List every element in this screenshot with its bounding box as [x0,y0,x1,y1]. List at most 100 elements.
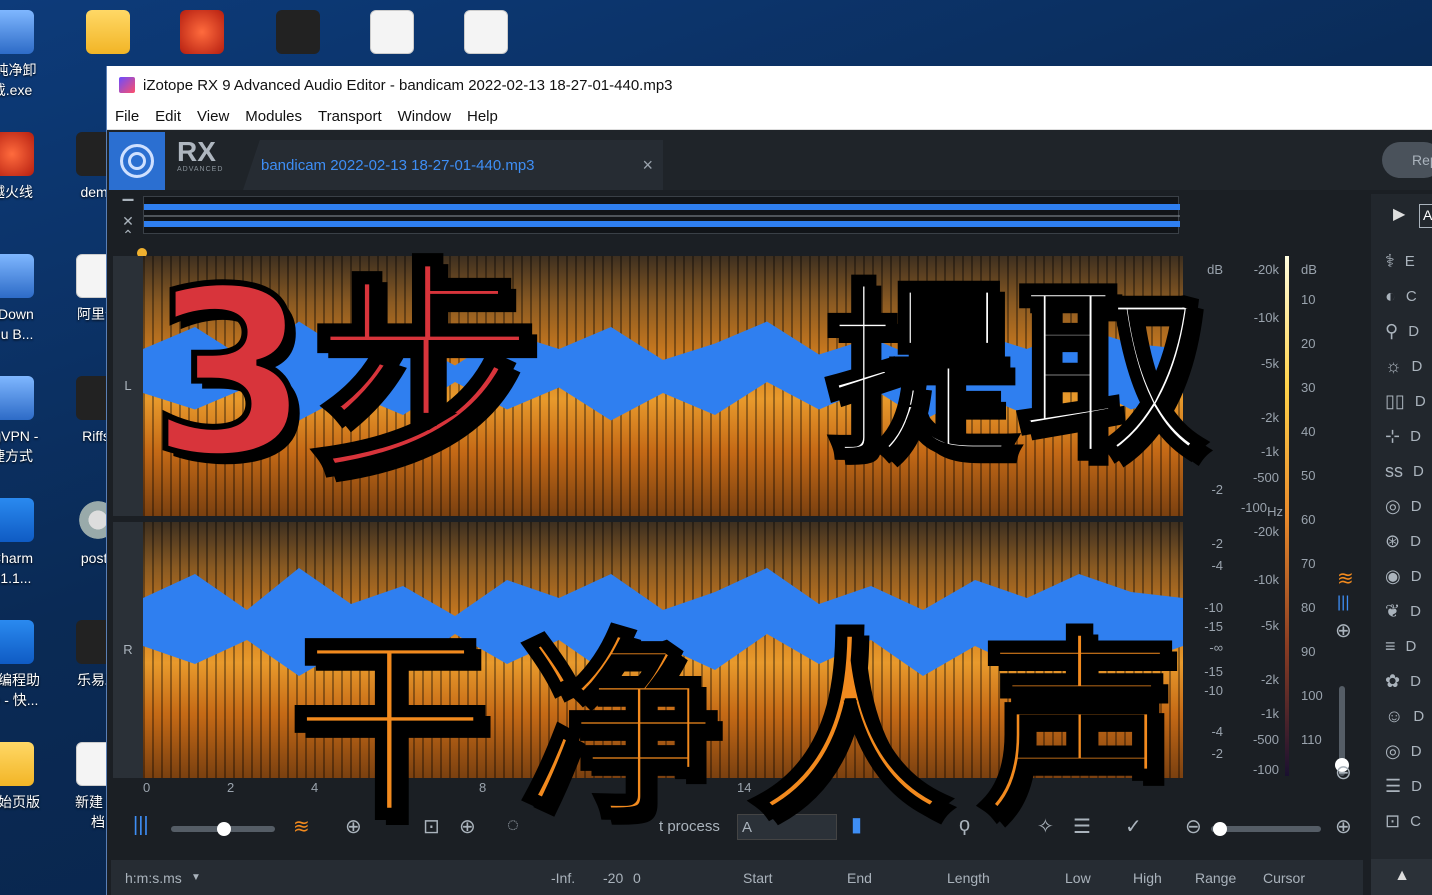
desktop-icon[interactable]: hDown Du B... [0,254,54,344]
red-icon [180,10,224,54]
exe-icon [0,254,34,298]
close-tab-icon[interactable]: × [642,155,653,176]
module-label: D [1414,392,1426,410]
dropdown-arrow-icon[interactable]: ▼ [191,872,201,883]
menu-bar: File Edit View Modules Transport Window … [107,104,1432,130]
zoom-in-horizontal-icon[interactable]: ⊕ [1335,814,1352,839]
module-item[interactable]: ◎ D [1385,736,1431,766]
overlay-title-orange: 干净人声 [287,613,1211,846]
rx-logo-icon [109,132,165,190]
desktop-icon[interactable]: Charm 21.1... [0,498,54,588]
module-item[interactable]: ≡ D [1385,631,1431,661]
module-item[interactable]: ⊛ D [1385,526,1431,556]
collapse-overview-icon[interactable]: ▔ ✕ ⌃ [119,200,137,242]
scale-tick: dB [1301,262,1317,277]
horizontal-zoom-knob[interactable] [1213,822,1227,836]
overlay-title-red: 3步 [147,241,543,508]
desktop-icon[interactable] [256,10,340,60]
module-item[interactable]: ❦ D [1385,596,1431,626]
module-label: D [1405,637,1417,655]
module-item[interactable]: ⊡ C [1385,806,1431,836]
module-item[interactable]: ⊹ D [1385,421,1431,451]
menu-edit[interactable]: Edit [147,108,189,125]
module-label: D [1410,532,1421,550]
channel-left-label: L [124,378,132,393]
channel-left-strip[interactable]: L [113,256,143,516]
file-tab-label: bandicam 2022-02-13 18-27-01-440.mp3 [261,156,535,174]
module-item[interactable]: ☰ D [1385,771,1431,801]
module-item[interactable]: ◐ C [1385,281,1431,311]
desktop-icon[interactable]: 猫编程助 xe - 快... [0,620,54,710]
module-icon: ss [1385,460,1403,481]
db-tick: -∞ [1209,640,1223,655]
module-icon: ⊛ [1385,530,1401,551]
file-tab[interactable]: bandicam 2022-02-13 18-27-01-440.mp3 × [243,140,663,190]
desktop-icon[interactable]: ngVPN - 捷方式 [0,376,54,466]
menu-view[interactable]: View [189,108,237,125]
hz-ruler-bottom: -20k -10k -5k -2k -1k -500 -100 [1229,522,1285,778]
desktop-icon[interactable] [350,10,434,60]
hz-tick: -2k [1260,410,1279,425]
app-icon [119,77,135,93]
module-item[interactable]: ☺ D [1385,701,1431,731]
folder-icon [86,10,130,54]
zoom-in-vertical-icon[interactable]: ⊕ [1335,618,1352,643]
range-label: Range [1195,870,1237,886]
channel-right-label: R [123,642,133,657]
menu-modules[interactable]: Modules [237,108,310,125]
scale-tick: 60 [1301,512,1316,527]
module-icon: ▯▯ [1385,390,1405,411]
channel-right-strip[interactable]: R [113,522,143,778]
hz-tick: -5k [1260,618,1279,633]
desktop-icon[interactable] [444,10,528,60]
hz-unit: Hz [1267,504,1283,519]
module-item[interactable]: ◎ D [1385,491,1431,521]
status-bar: h:m:s.ms ▼ -Inf. -20 0 Start End Length … [111,860,1363,895]
waveform-toggle-icon[interactable]: ||| [133,814,149,837]
module-icon: ⚕ [1385,250,1395,271]
menu-transport[interactable]: Transport [310,108,390,125]
zoom-out-vertical-icon[interactable]: ⊖ [1335,760,1352,785]
module-item[interactable]: ✿ D [1385,666,1431,696]
module-item[interactable]: ss D [1385,456,1431,486]
desktop-icon-label: 猫编程助 xe - 快... [0,672,40,708]
high-label: High [1133,870,1162,886]
menu-file[interactable]: File [107,108,147,125]
db-tick: dB [1207,262,1223,277]
module-item[interactable]: ◉ D [1385,561,1431,591]
module-icon: ≡ [1385,635,1396,656]
hz-tick: -5k [1260,356,1279,371]
module-item[interactable]: ▯▯ D [1385,386,1431,416]
desktop-icon[interactable]: 越火线 [0,132,54,202]
module-icon: ☼ [1385,355,1402,376]
exe-icon [0,10,34,54]
desktop-icon[interactable] [66,10,150,60]
horizontal-zoom-slider[interactable] [1211,822,1321,836]
desktop-icon[interactable]: k纯净卸 载.exe [0,10,54,100]
module-item[interactable]: ☼ D [1385,351,1431,381]
module-label: D [1410,567,1422,585]
waveform-view-icon[interactable]: ||| [1337,594,1349,612]
scale-tick: 80 [1301,600,1316,615]
module-item[interactable]: ⚕ E [1385,246,1431,276]
module-icon: ◎ [1385,740,1401,761]
time-tick: 2 [227,780,235,795]
spectrogram-view-icon[interactable]: ≋ [1337,566,1354,591]
time-format-select[interactable]: h:m:s.ms [125,870,182,886]
desktop-icon[interactable] [160,10,244,60]
hz-tick: -20k [1253,524,1279,539]
play-module-icon[interactable]: ▶ [1393,204,1405,224]
menu-window[interactable]: Window [390,108,459,125]
module-search-box[interactable]: A [1419,204,1432,228]
module-item[interactable]: ⚲ D [1385,316,1431,346]
scale-tick: 50 [1301,468,1316,483]
waveform-overview[interactable] [143,196,1180,234]
menu-help[interactable]: Help [459,108,506,125]
repair-assistant-button[interactable]: Rep [1382,142,1432,178]
desktop-icon[interactable]: 起始页版 [0,742,54,812]
opacity-knob[interactable] [217,822,231,836]
module-icon: ◉ [1385,565,1401,586]
desktop-icon-label: 越火线 [0,184,33,200]
opacity-slider[interactable] [171,822,275,836]
panel-collapse-icon[interactable]: ▲ [1371,859,1432,895]
